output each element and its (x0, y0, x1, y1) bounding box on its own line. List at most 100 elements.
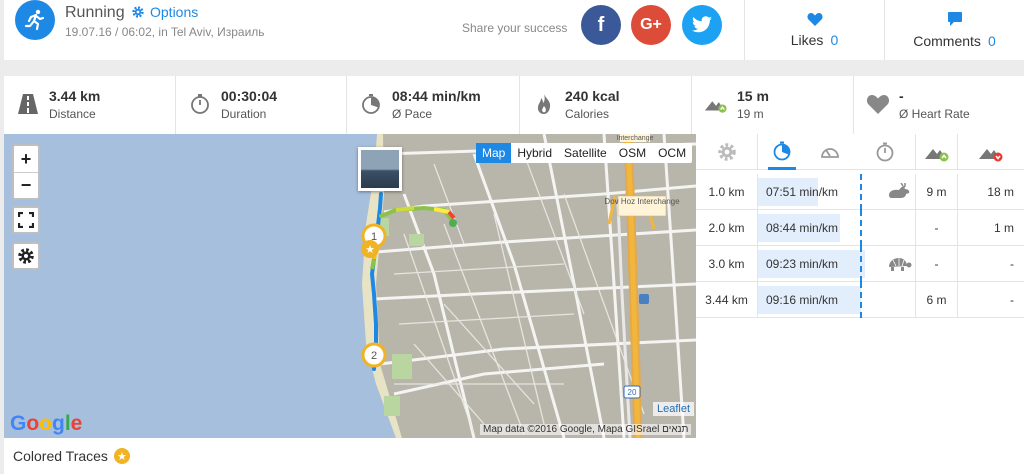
comments-count: 0 (987, 33, 996, 49)
gear-icon (18, 248, 34, 264)
split-distance: 3.0 km (696, 246, 758, 282)
zoom-in-button[interactable]: + (14, 146, 38, 172)
split-pace-cell: 08:44 min/km (758, 210, 916, 246)
split-row: 1.0 km 07:51 min/km 9 m 18 m (696, 174, 1024, 210)
layer-hybrid[interactable]: Hybrid (511, 143, 558, 163)
activity-header: Running Options 19.07.16 / 06:02, in Tel… (4, 0, 1024, 60)
layer-switcher: Map Hybrid Satellite OSM OCM (476, 143, 693, 163)
tab-time[interactable] (854, 134, 916, 170)
options-label: Options (150, 4, 199, 20)
elevation-gain-icon (924, 149, 948, 162)
options-link[interactable]: Options (131, 4, 198, 20)
rabbit-icon (886, 182, 912, 202)
split-down: 18 m (987, 185, 1014, 199)
split-pace-cell: 09:16 min/km (758, 282, 916, 318)
colored-traces-label: Colored Traces (13, 448, 108, 464)
tab-settings[interactable] (696, 134, 758, 170)
route-photo-thumbnail[interactable] (358, 147, 402, 191)
split-distance: 3.44 km (696, 282, 758, 318)
split-row: 2.0 km 08:44 min/km - 1 m (696, 210, 1024, 246)
marker-2[interactable]: 2 (360, 342, 388, 378)
stat-value: 240 kcal (565, 88, 620, 104)
split-row: 3.0 km 09:23 min/km - - (696, 246, 1024, 282)
split-up: - (916, 210, 958, 246)
stat-label: Calories (565, 107, 610, 121)
google-logo: Google (10, 412, 83, 435)
star-icon: ★ (113, 448, 130, 464)
interchange-label-top: Interchange (617, 135, 654, 142)
layer-map[interactable]: Map (476, 143, 512, 163)
map-tiles[interactable]: Dov Hoz Interchange Interchange 20 (4, 134, 696, 438)
likes-count: 0 (830, 32, 839, 48)
tab-elevation-loss[interactable] (958, 134, 1024, 170)
comments-label: Comments (913, 33, 981, 49)
layer-satellite[interactable]: Satellite (558, 143, 613, 163)
leaflet-link[interactable]: Leaflet (653, 402, 695, 416)
activity-title: Running (65, 4, 125, 21)
stat-pace: 08:44 min/km Ø Pace (347, 76, 520, 134)
comments-button[interactable]: Comments 0 (884, 0, 1024, 60)
stat-value: 00:30:04 (221, 88, 278, 104)
stat-distance: 3.44 km Distance (4, 76, 176, 134)
split-down: - (1010, 293, 1014, 307)
heart-icon (806, 13, 823, 26)
split-pace-cell: 07:51 min/km (758, 174, 916, 210)
twitter-bird-icon (692, 16, 712, 33)
marker-1[interactable]: 1 ★ (360, 223, 388, 279)
tab-pace[interactable] (758, 134, 806, 170)
share-label: Share your success (462, 21, 568, 35)
colored-traces-toggle[interactable]: Colored Traces ★ (4, 438, 696, 474)
road-icon (16, 92, 40, 116)
stat-elevation: 15 m 19 m (692, 76, 854, 134)
twitter-share-button[interactable] (682, 5, 722, 45)
route-map[interactable]: Dov Hoz Interchange Interchange 20 1 ★ 2… (4, 134, 696, 438)
split-pace: 08:44 min/km (766, 221, 839, 235)
facebook-share-button[interactable]: f (581, 5, 621, 45)
layer-ocm[interactable]: OCM (652, 143, 692, 163)
comment-icon (947, 12, 962, 26)
fullscreen-button[interactable] (12, 206, 40, 234)
split-down: - (1010, 257, 1014, 271)
activity-date-location: 19.07.16 / 06:02, in Tel Aviv, Израиль (65, 25, 265, 39)
layer-osm[interactable]: OSM (613, 143, 652, 163)
svg-text:★: ★ (365, 243, 375, 256)
stat-value: 08:44 min/km (392, 88, 481, 104)
split-up: 9 m (916, 174, 958, 210)
road-20-label: 20 (628, 388, 637, 397)
tab-elevation-gain[interactable] (916, 134, 958, 170)
marker-2-label: 2 (371, 350, 377, 362)
split-pace-cell: 09:23 min/km (758, 246, 916, 282)
average-pace-line (860, 282, 862, 318)
stopwatch-icon (188, 92, 212, 116)
stat-duration: 00:30:04 Duration (176, 76, 347, 134)
pace-icon (359, 92, 383, 116)
average-pace-line (860, 246, 862, 282)
map-settings-button[interactable] (12, 242, 40, 270)
splits-table: 1.0 km 07:51 min/km 9 m 18 m 2.0 km 08:4… (696, 134, 1024, 474)
stat-label: 19 m (737, 107, 764, 121)
stat-heart-rate: - Ø Heart Rate (854, 76, 1024, 134)
interchange-label: Dov Hoz Interchange (604, 197, 680, 206)
stopwatch-icon (876, 142, 893, 162)
attribution-terms[interactable]: תנאים (662, 424, 688, 435)
average-pace-line (860, 210, 862, 246)
zoom-out-button[interactable]: − (14, 172, 38, 198)
split-down: 1 m (993, 221, 1014, 235)
average-pace-line (860, 174, 862, 210)
tab-speed[interactable] (806, 134, 854, 170)
fullscreen-icon (18, 212, 34, 228)
stat-label: Ø Heart Rate (899, 107, 970, 121)
gear-icon (132, 6, 144, 18)
heart-icon (866, 92, 890, 116)
likes-label: Likes (790, 32, 824, 48)
stat-label: Ø Pace (392, 107, 433, 121)
split-distance: 2.0 km (696, 210, 758, 246)
elevation-loss-icon (979, 149, 1003, 162)
split-distance: 1.0 km (696, 174, 758, 210)
gear-icon (717, 143, 736, 161)
likes-button[interactable]: Likes 0 (744, 0, 884, 60)
stats-bar: 3.44 km Distance 00:30:04 Duration 08:44… (4, 76, 1024, 134)
google-plus-share-button[interactable]: G+ (631, 5, 671, 45)
split-pace: 09:23 min/km (766, 257, 839, 271)
splits-header (696, 134, 1024, 170)
